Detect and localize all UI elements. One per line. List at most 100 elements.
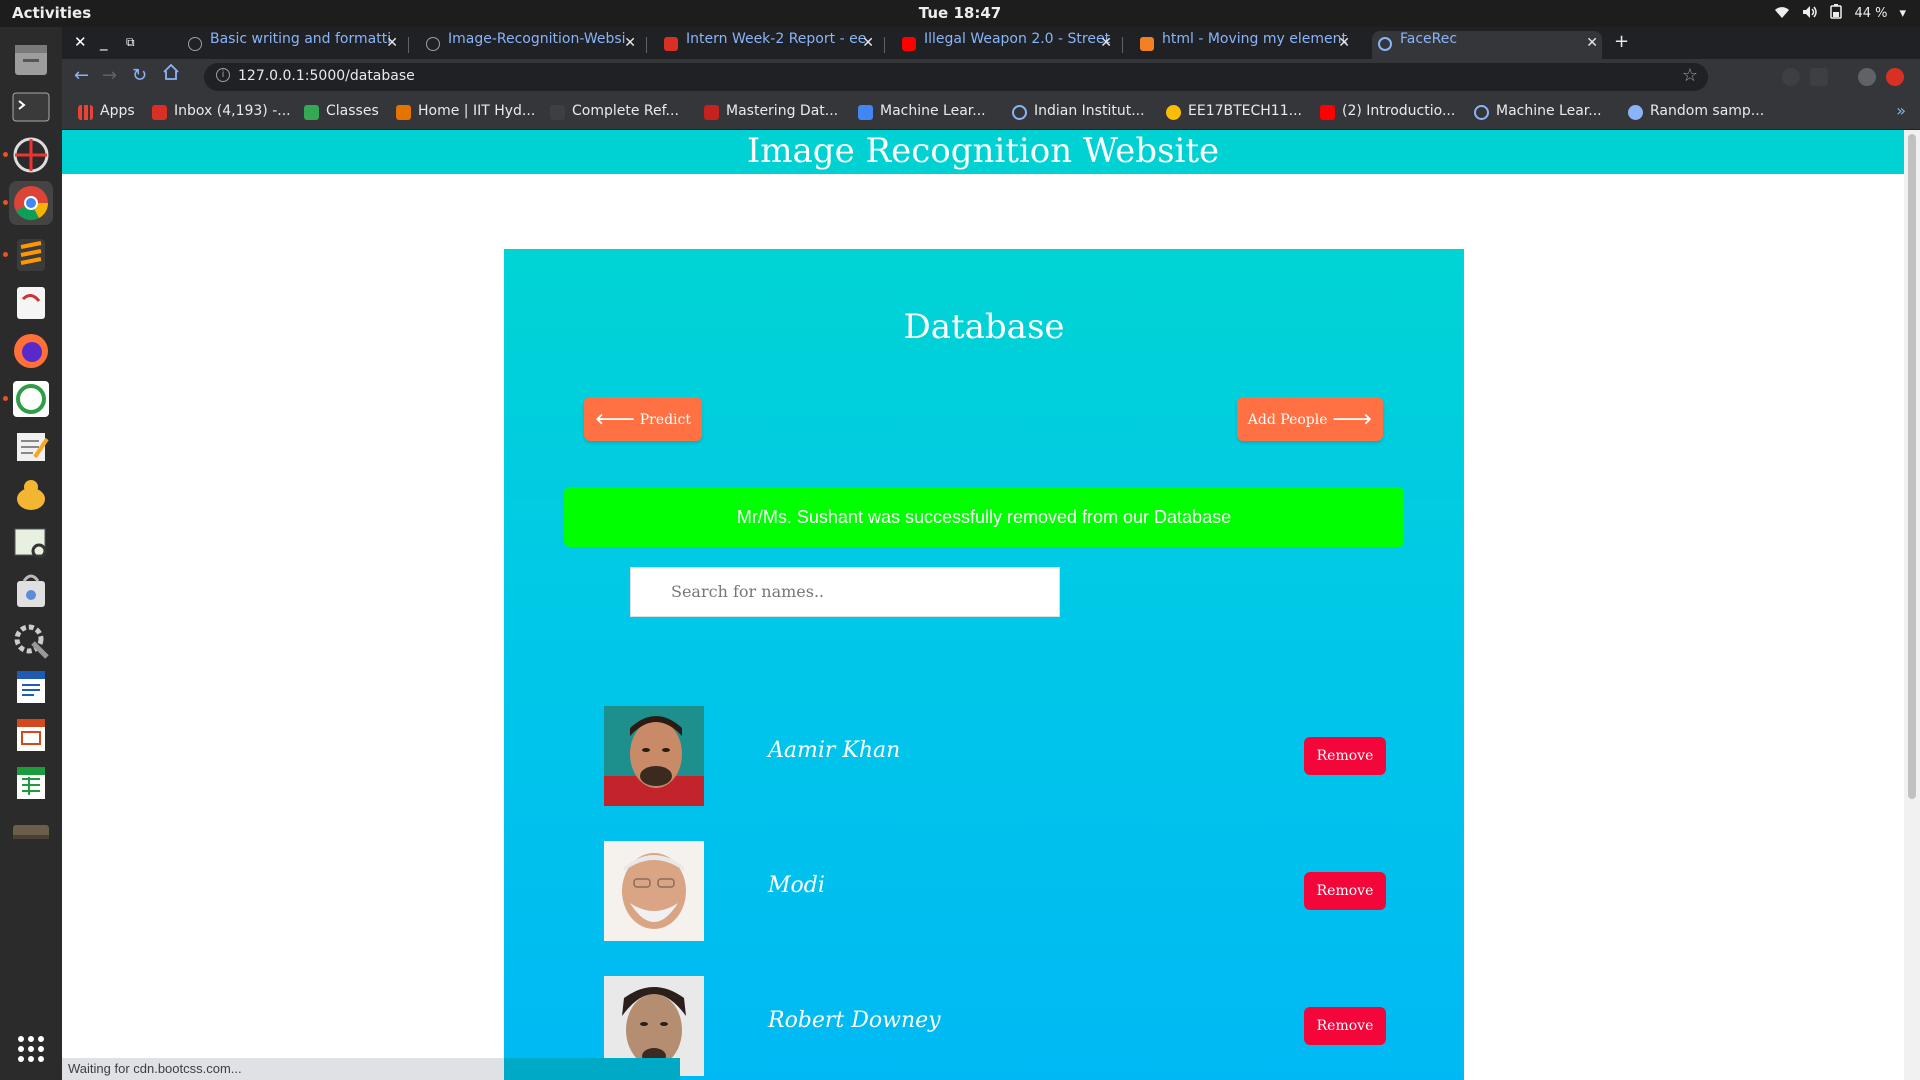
system-clock[interactable]: Tue 18:47 — [0, 4, 1920, 22]
book-icon — [550, 105, 565, 120]
coursera-icon — [1012, 105, 1027, 120]
bookmark-complete-ref[interactable]: Complete Ref... — [550, 103, 679, 120]
impress-icon[interactable] — [9, 713, 53, 757]
minimize-window-icon[interactable]: _ — [100, 33, 108, 51]
tab-strip: ✕ _ ⧉ Basic writing and formatti ✕ Image… — [62, 27, 1920, 59]
new-tab-button[interactable]: + — [1614, 31, 1629, 52]
bookmark-machine-learning-1[interactable]: Machine Lear... — [858, 103, 986, 120]
terminal-icon[interactable] — [9, 85, 53, 129]
remove-button[interactable]: Remove — [1304, 872, 1386, 910]
stackoverflow-icon — [1140, 37, 1154, 51]
remove-button[interactable]: Remove — [1304, 1007, 1386, 1045]
close-tab-icon[interactable]: ✕ — [386, 35, 398, 51]
back-icon[interactable]: ← — [74, 65, 89, 86]
tab-image-recognition-repo[interactable]: Image-Recognition-Websi ✕ — [420, 31, 640, 59]
close-tab-icon[interactable]: ✕ — [1100, 35, 1112, 51]
bookmark-apps[interactable]: Apps — [78, 103, 135, 120]
person-name: Modi — [768, 873, 825, 898]
page-viewport: Image Recognition Website Database 🡐 Pre… — [62, 130, 1904, 1080]
scribd-icon — [858, 105, 873, 120]
bookmark-mastering-data[interactable]: Mastering Dat... — [704, 103, 838, 120]
coursera-icon — [1474, 105, 1489, 120]
python-icon — [1628, 105, 1643, 120]
bookmark-introduction-video[interactable]: (2) Introductio... — [1320, 103, 1455, 120]
bookmark-star-icon[interactable]: ☆ — [1682, 65, 1698, 86]
writer-icon[interactable] — [9, 665, 53, 709]
close-window-icon[interactable]: ✕ — [74, 33, 87, 51]
show-applications-icon[interactable] — [9, 1027, 53, 1071]
chevron-down-icon: ▾ — [1899, 6, 1906, 21]
text-editor-icon[interactable] — [9, 425, 53, 469]
drive-icon[interactable] — [9, 809, 53, 853]
tab-youtube-music[interactable]: Illegal Weapon 2.0 - Street ✕ — [896, 31, 1116, 59]
document-viewer-icon[interactable] — [9, 281, 53, 325]
browser-toolbar: ← → ↻ i 127.0.0.1:5000/database ☆ — [62, 59, 1920, 95]
chrome-icon[interactable] — [3, 181, 53, 225]
arrow-left-icon: 🡐 — [595, 410, 636, 428]
bookmark-ee17btech[interactable]: EE17BTECH11... — [1166, 103, 1302, 120]
bookmark-inbox[interactable]: Inbox (4,193) -... — [152, 103, 291, 120]
image-viewer-icon[interactable] — [9, 521, 53, 565]
firefox-icon[interactable] — [9, 329, 53, 373]
arrow-right-icon: 🡒 — [1331, 410, 1373, 428]
files-icon[interactable] — [9, 37, 53, 81]
bookmark-iit-home[interactable]: Home | IIT Hyd... — [396, 103, 535, 120]
system-tray[interactable]: 44 % ▾ — [1774, 4, 1906, 23]
forward-icon[interactable]: → — [102, 65, 117, 86]
battery-percent: 44 % — [1854, 6, 1888, 21]
tab-facerec[interactable]: FaceRec ✕ — [1372, 31, 1602, 59]
tab-intern-report[interactable]: Intern Week-2 Report - ee ✕ — [658, 31, 878, 59]
info-icon[interactable]: i — [216, 68, 230, 82]
page-scrollbar[interactable] — [1904, 130, 1920, 1080]
github-icon — [426, 37, 440, 51]
restore-window-icon[interactable]: ⧉ — [126, 35, 135, 50]
bookmark-indian-institute[interactable]: Indian Institut... — [1012, 103, 1145, 120]
close-tab-icon[interactable]: ✕ — [624, 35, 636, 51]
site-title: Image Recognition Website — [62, 130, 1904, 174]
person-name: Aamir Khan — [768, 738, 901, 763]
settings-icon[interactable] — [9, 617, 53, 661]
home-icon[interactable] — [162, 63, 180, 86]
cast-icon[interactable] — [1810, 68, 1828, 86]
jupyter-icon[interactable] — [9, 473, 53, 517]
bookmark-machine-learning-2[interactable]: Machine Lear... — [1474, 103, 1602, 120]
close-tab-icon[interactable]: ✕ — [1338, 35, 1350, 51]
globe-icon — [1378, 37, 1392, 51]
card-title: Database — [903, 307, 1065, 347]
software-center-icon[interactable] — [9, 569, 53, 613]
youtube-icon — [1320, 105, 1335, 120]
person-photo — [604, 706, 704, 806]
person-name: Robert Downey — [768, 1008, 941, 1033]
reload-icon[interactable]: ↻ — [132, 65, 147, 86]
database-card: Database 🡐 Predict Add People 🡒 Mr/Ms. S… — [504, 249, 1464, 1080]
address-bar[interactable]: i 127.0.0.1:5000/database ☆ — [204, 63, 1708, 91]
bookmark-classes[interactable]: Classes — [304, 103, 379, 120]
profile-avatar[interactable] — [1858, 68, 1876, 86]
youtube-icon — [902, 37, 916, 51]
search-input[interactable]: Search for names.. — [630, 567, 1060, 617]
tab-stackoverflow[interactable]: html - Moving my element ✕ — [1134, 31, 1354, 59]
browser-status-bar: Waiting for cdn.bootcss.com... — [62, 1058, 680, 1080]
more-bookmarks-icon[interactable]: » — [1896, 101, 1906, 120]
classroom-icon — [304, 105, 319, 120]
tab-basic-writing[interactable]: Basic writing and formatti ✕ — [182, 31, 402, 59]
predict-button[interactable]: 🡐 Predict — [584, 397, 702, 441]
gmail-icon — [664, 37, 678, 51]
calc-icon[interactable] — [9, 761, 53, 805]
extension-icon[interactable] — [1782, 68, 1800, 86]
oreilly-icon — [704, 105, 719, 120]
person-photo — [604, 841, 704, 941]
sublime-text-icon[interactable] — [3, 233, 53, 277]
close-tab-icon[interactable]: ✕ — [1586, 35, 1598, 51]
success-alert: Mr/Ms. Sushant was successfully removed … — [564, 487, 1404, 547]
scrollbar-thumb[interactable] — [1908, 134, 1916, 799]
remove-button[interactable]: Remove — [1304, 737, 1386, 775]
add-people-button[interactable]: Add People 🡒 — [1237, 397, 1383, 441]
network-tool-icon[interactable] — [3, 133, 53, 177]
activities-button[interactable]: Activities — [12, 4, 91, 22]
status-text: Waiting for cdn.bootcss.com... — [68, 1061, 242, 1076]
close-tab-icon[interactable]: ✕ — [862, 35, 874, 51]
update-icon[interactable] — [1886, 68, 1904, 86]
bookmark-random-sample[interactable]: Random samp... — [1628, 103, 1764, 120]
sync-app-icon[interactable] — [3, 377, 53, 421]
